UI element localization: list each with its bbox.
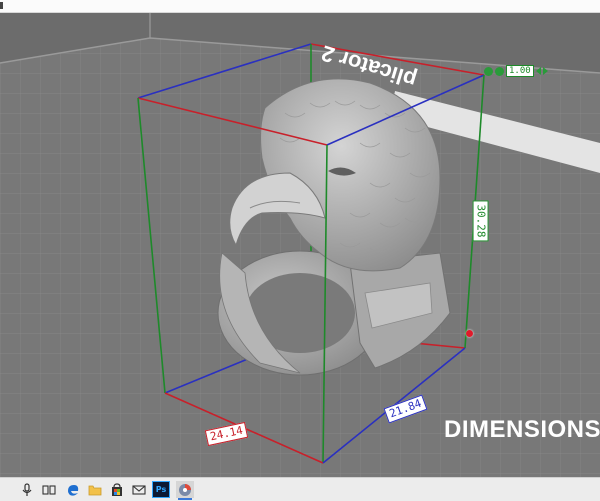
scale-lock-icon[interactable] <box>495 66 504 76</box>
microphone-icon[interactable] <box>18 481 36 498</box>
scale-reset-icon[interactable] <box>484 66 493 76</box>
scale-widget: 1.00 <box>484 65 548 77</box>
photoshop-label: Ps <box>155 484 167 494</box>
task-view-icon[interactable] <box>40 481 58 498</box>
rotation-handle[interactable] <box>466 330 473 337</box>
photoshop-icon[interactable]: Ps <box>152 481 170 498</box>
scale-decrease-icon[interactable] <box>535 67 541 75</box>
scale-increase-icon[interactable] <box>542 67 548 75</box>
app-icon[interactable] <box>176 481 194 500</box>
dimensions-banner: DIMENSIONS <box>444 416 600 443</box>
3d-viewport[interactable]: plicator 2 1.00 30.28 24.14 21.84 DIMENS… <box>0 13 600 477</box>
taskbar: Ps <box>0 477 600 501</box>
title-bar <box>0 0 600 13</box>
mail-icon[interactable] <box>130 481 148 498</box>
build-platform <box>0 13 600 477</box>
scene-canvas <box>0 13 600 477</box>
file-explorer-icon[interactable] <box>86 481 104 498</box>
app-menu-icon[interactable] <box>0 2 3 9</box>
store-icon[interactable] <box>108 481 126 498</box>
dimension-z-field[interactable]: 30.28 <box>472 200 489 242</box>
edge-icon[interactable] <box>64 481 82 498</box>
scale-value[interactable]: 1.00 <box>506 65 534 77</box>
